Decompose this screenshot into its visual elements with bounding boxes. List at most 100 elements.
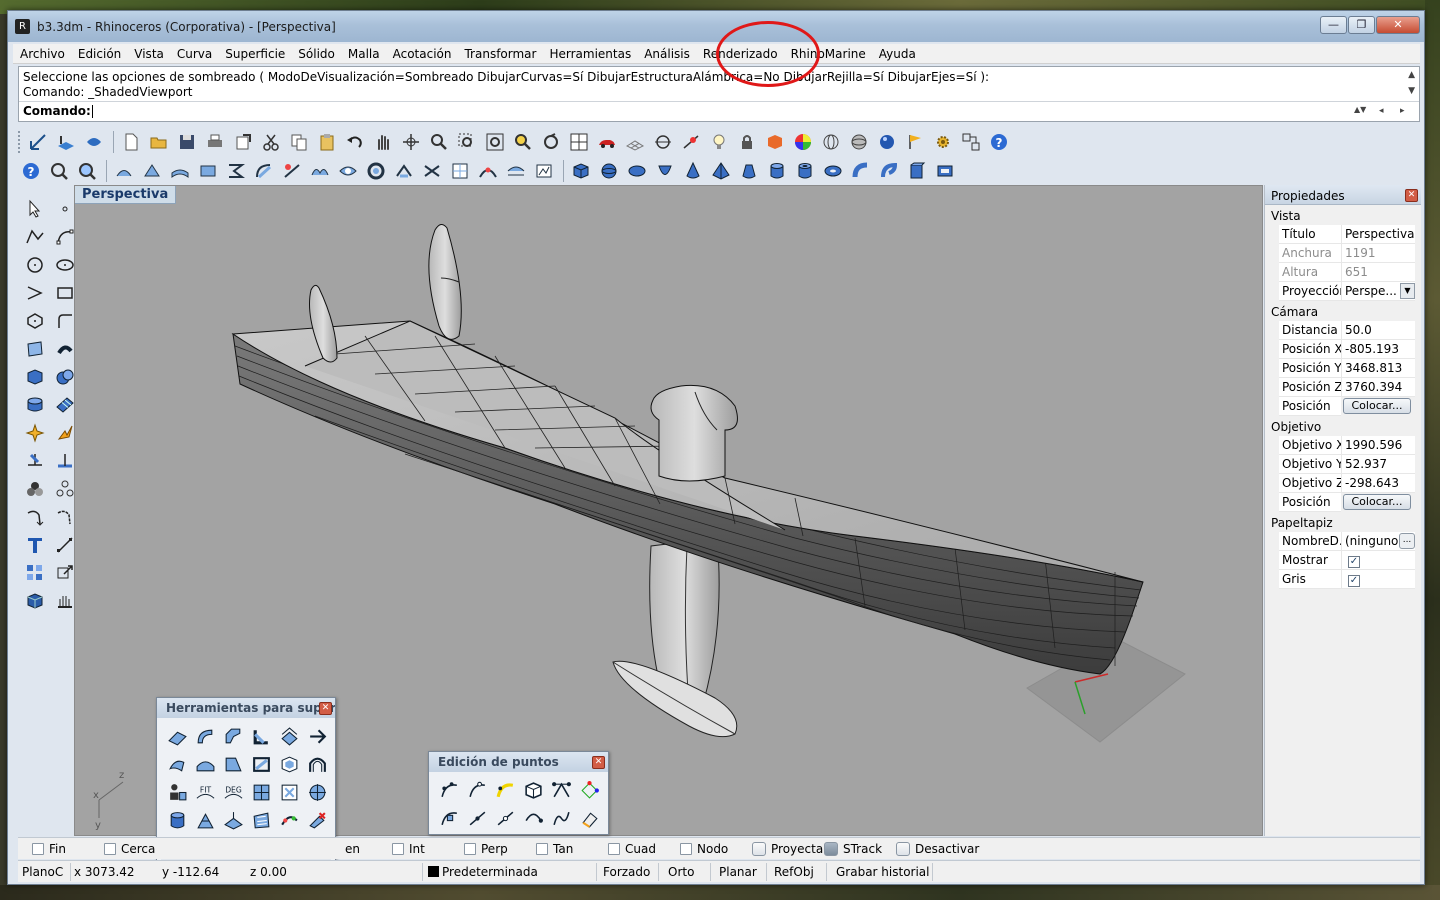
export-icon[interactable] xyxy=(230,129,256,154)
options-gear-icon[interactable] xyxy=(930,129,956,154)
pyramid-solid-icon[interactable] xyxy=(708,158,734,183)
extend-surface-icon[interactable] xyxy=(163,750,191,778)
surface-edit-icon-10[interactable] xyxy=(363,158,389,183)
plane-surface-icon[interactable] xyxy=(219,806,247,834)
menu-solido[interactable]: Sólido xyxy=(291,47,341,61)
join-icon[interactable] xyxy=(21,503,49,531)
menu-curva[interactable]: Curva xyxy=(170,47,218,61)
point-edit-title[interactable]: Edición de puntos ✕ xyxy=(429,752,608,772)
prop-value-distancia[interactable]: 50.0 xyxy=(1341,321,1415,340)
text-icon[interactable] xyxy=(21,531,49,559)
grid-icon[interactable] xyxy=(622,129,648,154)
strack-toggle-box[interactable] xyxy=(824,842,838,856)
surface-edit-icon-2[interactable] xyxy=(139,158,165,183)
arch-surface-icon[interactable] xyxy=(303,750,331,778)
surface-edit-icon-6[interactable] xyxy=(251,158,277,183)
properties-icon[interactable] xyxy=(74,158,100,183)
trim-icon[interactable] xyxy=(21,447,49,475)
group-icon[interactable] xyxy=(21,475,49,503)
maximize-button[interactable]: ❐ xyxy=(1348,16,1375,34)
osnap-tan[interactable]: Tan xyxy=(536,842,573,856)
desactivar-toggle-box[interactable] xyxy=(896,842,910,856)
zoom-selected-icon[interactable] xyxy=(510,129,536,154)
adjust-end-bulge-icon[interactable] xyxy=(519,804,547,832)
history-scroll-up-icon[interactable]: ▲ xyxy=(1408,70,1415,80)
osnap-int-checkbox[interactable] xyxy=(392,843,404,855)
fillet-surface-icon[interactable] xyxy=(163,722,191,750)
osnap-int[interactable]: Int xyxy=(392,842,425,856)
solid-box-icon[interactable] xyxy=(21,363,49,391)
shrink-surface-icon[interactable] xyxy=(275,750,303,778)
untrim-icon[interactable] xyxy=(247,750,275,778)
copy-icon[interactable] xyxy=(286,129,312,154)
edit-points-highlight-icon[interactable] xyxy=(491,776,519,804)
surface-edit-icon-5[interactable] xyxy=(223,158,249,183)
lock-icon[interactable] xyxy=(734,129,760,154)
rendered-view-icon[interactable] xyxy=(874,129,900,154)
ellipsoid-solid-icon[interactable] xyxy=(624,158,650,183)
menu-ayuda[interactable]: Ayuda xyxy=(872,47,922,61)
prop-value-objetivo-x[interactable]: 1990.596 xyxy=(1341,436,1415,455)
menu-transformar[interactable]: Transformar xyxy=(457,47,542,61)
handlebar-icon[interactable] xyxy=(547,776,575,804)
blend-surface-icon[interactable] xyxy=(247,722,275,750)
patch-surface-icon[interactable] xyxy=(247,806,275,834)
spin-updown-icon[interactable]: ▲▼ xyxy=(1354,105,1366,114)
erase-points-icon[interactable] xyxy=(575,804,603,832)
insert-kink-icon[interactable] xyxy=(491,804,519,832)
slab-solid-icon[interactable] xyxy=(932,158,958,183)
points-on-icon[interactable] xyxy=(435,776,463,804)
arc-icon[interactable] xyxy=(21,279,49,307)
osnap-nodo-checkbox[interactable] xyxy=(680,843,692,855)
mostrar-checkbox[interactable]: ✓ xyxy=(1348,556,1360,568)
menu-superficie[interactable]: Superficie xyxy=(218,47,291,61)
osnap-nodo[interactable]: Nodo xyxy=(680,842,728,856)
scroll-right-icon[interactable]: ▸ xyxy=(1400,106,1405,116)
osnap-perp-checkbox[interactable] xyxy=(464,843,476,855)
smooth-icon[interactable] xyxy=(547,804,575,832)
flag-icon[interactable] xyxy=(902,129,928,154)
surface-edit-icon-15[interactable] xyxy=(503,158,529,183)
status-planar-button[interactable]: Planar xyxy=(719,865,757,879)
polygon-icon[interactable] xyxy=(21,307,49,335)
light-render-icon[interactable] xyxy=(21,419,49,447)
material-icon[interactable] xyxy=(762,129,788,154)
osnap-icon[interactable] xyxy=(650,129,676,154)
cplane-icon[interactable] xyxy=(25,129,51,154)
menu-rhinomarine[interactable]: RhinoMarine xyxy=(784,47,872,61)
gris-checkbox[interactable]: ✓ xyxy=(1348,575,1360,587)
cone-solid-icon[interactable] xyxy=(680,158,706,183)
solid-tools-icon[interactable] xyxy=(21,587,49,615)
analyze-icon[interactable] xyxy=(678,129,704,154)
zoom-icon[interactable] xyxy=(426,129,452,154)
prop-value-posicion-y[interactable]: 3468.813 xyxy=(1341,359,1415,378)
insert-knot-icon[interactable] xyxy=(435,804,463,832)
surface-from-points-icon[interactable] xyxy=(21,335,49,363)
menu-herramientas[interactable]: Herramientas xyxy=(542,47,637,61)
network-surface-icon[interactable] xyxy=(275,806,303,834)
color-wheel-icon[interactable] xyxy=(790,129,816,154)
solid-points-icon[interactable] xyxy=(519,776,547,804)
print-icon[interactable] xyxy=(202,129,228,154)
split-edge-icon[interactable] xyxy=(219,750,247,778)
osnap-cerca-checkbox[interactable] xyxy=(104,843,116,855)
select-filter-icon[interactable] xyxy=(46,158,72,183)
strack-toggle[interactable]: STrack xyxy=(824,842,882,856)
proyectar-toggle[interactable]: Proyectar xyxy=(752,842,828,856)
surface-edit-icon-9[interactable] xyxy=(335,158,361,183)
target-place-button[interactable]: Colocar... xyxy=(1343,494,1411,510)
surface-edit-icon-3[interactable] xyxy=(167,158,193,183)
array-icon[interactable] xyxy=(21,559,49,587)
osnap-fin[interactable]: Fin xyxy=(32,842,66,856)
surface-edit-icon-4[interactable] xyxy=(195,158,221,183)
viewport-title-tab[interactable]: Perspectiva xyxy=(75,186,177,204)
paraboloid-solid-icon[interactable] xyxy=(652,158,678,183)
what-is-help-icon[interactable]: ? xyxy=(18,158,44,183)
new-file-icon[interactable] xyxy=(118,129,144,154)
toolbar-layout-icon[interactable] xyxy=(958,129,984,154)
surface-edit-icon-1[interactable] xyxy=(111,158,137,183)
circle-icon[interactable] xyxy=(21,251,49,279)
menu-vista[interactable]: Vista xyxy=(127,47,170,61)
shaded-view-icon[interactable] xyxy=(846,129,872,154)
match-surface-icon[interactable] xyxy=(303,722,331,750)
